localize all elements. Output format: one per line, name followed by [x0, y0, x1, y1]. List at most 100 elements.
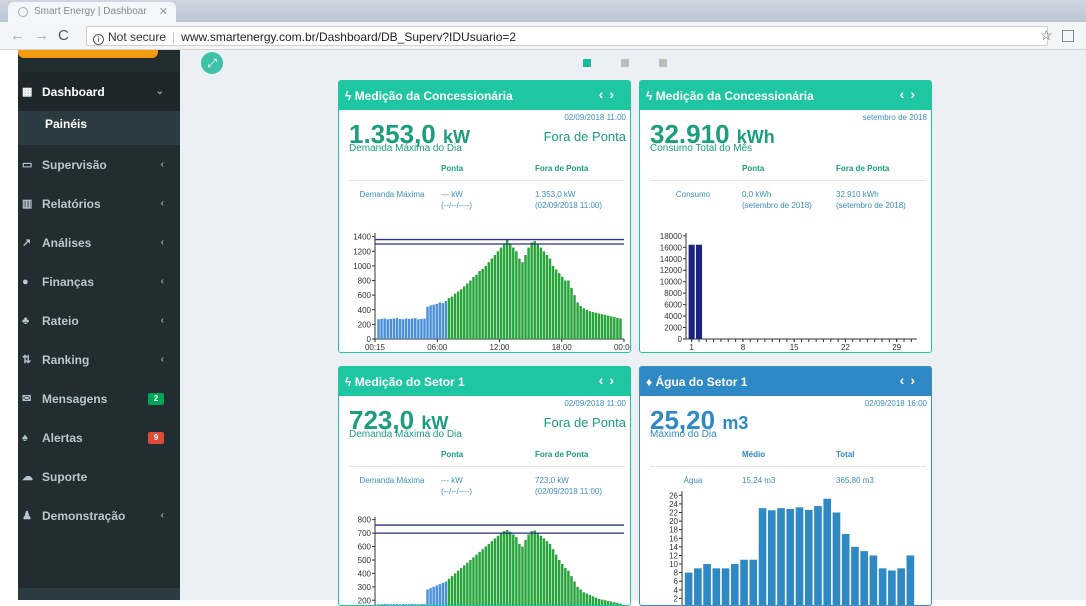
envelope-icon: ✉: [22, 393, 32, 405]
extension-icon[interactable]: [1062, 30, 1074, 42]
sidebar-item-mensagens[interactable]: ✉ Mensagens 2: [18, 379, 180, 418]
chart-bar: [426, 589, 429, 605]
chart-bar: [508, 531, 512, 605]
chart-bar: [398, 318, 402, 339]
y-tick-label: 200: [358, 596, 372, 605]
chart-bar: [823, 498, 832, 605]
chart-bar: [594, 312, 598, 339]
sidebar-item-alertas[interactable]: ♠ Alertas 9: [18, 418, 180, 457]
tab-close-icon[interactable]: ✕: [159, 5, 168, 18]
chart-bar: [603, 314, 607, 339]
sidebar-item-rateio[interactable]: ♣ Rateio ‹: [18, 301, 180, 340]
sidebar-item-dashboard[interactable]: ▦ Dashboard ⌄: [18, 72, 180, 111]
chart-bar: [377, 319, 380, 339]
chart-bar: [478, 551, 481, 605]
chart-bar: [897, 568, 905, 605]
carousel-dot-2[interactable]: [621, 59, 629, 67]
chart-bar: [453, 293, 457, 339]
reload-icon[interactable]: C: [58, 27, 69, 44]
sidebar-item-label: Relatórios: [42, 196, 101, 211]
chart-bar: [570, 576, 573, 605]
chart-bar: [459, 568, 463, 605]
sidebar-item-analises[interactable]: ↗ Análises ‹: [18, 223, 180, 262]
chart-bar: [600, 599, 604, 605]
next-arrow-icon[interactable]: ›: [910, 86, 921, 102]
y-tick-label: 26: [669, 491, 678, 500]
chart-bar: [860, 551, 868, 605]
water-chart: 2468101214161820222426: [669, 491, 915, 605]
next-arrow-icon[interactable]: ›: [609, 372, 620, 388]
chart-bar: [695, 244, 703, 339]
chart-bar: [767, 510, 776, 605]
forward-icon[interactable]: →: [34, 27, 49, 44]
chart-bar: [426, 306, 429, 339]
column-header: Médio: [742, 450, 766, 459]
sidebar-item-suporte[interactable]: ☁ Suporte: [18, 457, 180, 496]
chart-bar: [610, 601, 613, 605]
line-chart-icon: ↗: [22, 237, 32, 249]
chart-bar: [441, 303, 445, 339]
chart-bar: [542, 251, 546, 339]
bookmark-star-icon[interactable]: ☆: [1040, 27, 1053, 44]
chart-bar: [512, 534, 515, 605]
fullscreen-expand-icon[interactable]: ⤢: [201, 52, 223, 74]
chart-bar: [564, 280, 567, 339]
user-icon: ♟: [22, 510, 32, 522]
chart-bar: [606, 315, 610, 339]
chart-bar: [450, 576, 454, 605]
prev-arrow-icon[interactable]: ‹: [599, 86, 610, 102]
chart-bar: [613, 602, 616, 605]
chart-bar: [613, 317, 616, 339]
cell-medio: 15,24 m3: [742, 476, 776, 485]
chart-bar: [435, 303, 438, 339]
chart-bar: [594, 597, 598, 605]
chart-bar: [545, 254, 549, 339]
chart-bar: [518, 543, 521, 605]
table-row: Demanda Máxima --- kW (--/--/----) 723,0 …: [349, 467, 625, 497]
url-input[interactable]: i Not secure | www.smartenergy.com.br/Dashb…: [86, 26, 1048, 46]
sidebar-item-demonstracao[interactable]: ♟ Demonstração ‹: [18, 496, 180, 535]
cell-ponta: 0,0 kWh (setembro de 2018): [736, 189, 826, 211]
chart-bar: [579, 306, 582, 339]
y-tick-label: 200: [358, 320, 372, 329]
chart-bar: [786, 509, 795, 605]
chart-bar: [502, 531, 506, 605]
chart-bar: [383, 318, 386, 339]
sidebar-item-label: Finanças: [42, 274, 95, 289]
prev-arrow-icon[interactable]: ‹: [599, 372, 610, 388]
chart-bar: [389, 318, 393, 339]
chart-bar: [567, 280, 570, 339]
back-icon[interactable]: ←: [10, 27, 25, 44]
sidebar-item-financas[interactable]: ● Finanças ‹: [18, 262, 180, 301]
cell-value: 723,0 kW: [535, 476, 569, 485]
y-tick-label: 1200: [353, 247, 371, 256]
chart-bar: [475, 554, 478, 605]
browser-tab[interactable]: Smart Energy | Dashboar ✕: [8, 2, 176, 22]
coins-icon: ●: [22, 275, 29, 288]
url-separator: |: [172, 30, 176, 44]
panel-title: Medição da Concessionária: [655, 89, 814, 103]
column-header: Total: [836, 450, 855, 459]
bell-icon: ♠: [22, 431, 28, 444]
prev-arrow-icon[interactable]: ‹: [900, 372, 911, 388]
cell-date: (02/09/2018 11:00): [535, 487, 603, 496]
next-arrow-icon[interactable]: ›: [910, 372, 921, 388]
summary-table: Ponta Fora de Ponta Demanda Máxima --- kW…: [349, 443, 625, 497]
sidebar-item-label: Ranking: [42, 352, 90, 367]
info-icon[interactable]: i: [93, 34, 104, 45]
next-arrow-icon[interactable]: ›: [609, 86, 620, 102]
sidebar-item-relatorios[interactable]: ▥ Relatórios ‹: [18, 184, 180, 223]
column-header: Ponta: [742, 164, 765, 173]
panel-nav: ‹›: [599, 86, 620, 102]
sidebar-item-supervisao[interactable]: ▭ Supervisão ‹: [18, 145, 180, 184]
sidebar-item-ranking[interactable]: ⇅ Ranking ‹: [18, 340, 180, 379]
sidebar-subitem-paineis[interactable]: Painéis: [18, 111, 180, 145]
row-label: Consumo: [675, 190, 711, 199]
carousel-dot-3[interactable]: [659, 59, 667, 67]
carousel-dot-1[interactable]: [583, 59, 591, 67]
y-tick-label: 16000: [660, 243, 683, 252]
sidebar-item-label: Análises: [42, 235, 92, 250]
chart-bar: [521, 262, 524, 339]
sidebar: ▦ Dashboard ⌄ Painéis ▭ Supervisão ‹ ▥ R…: [18, 50, 180, 600]
prev-arrow-icon[interactable]: ‹: [900, 86, 911, 102]
